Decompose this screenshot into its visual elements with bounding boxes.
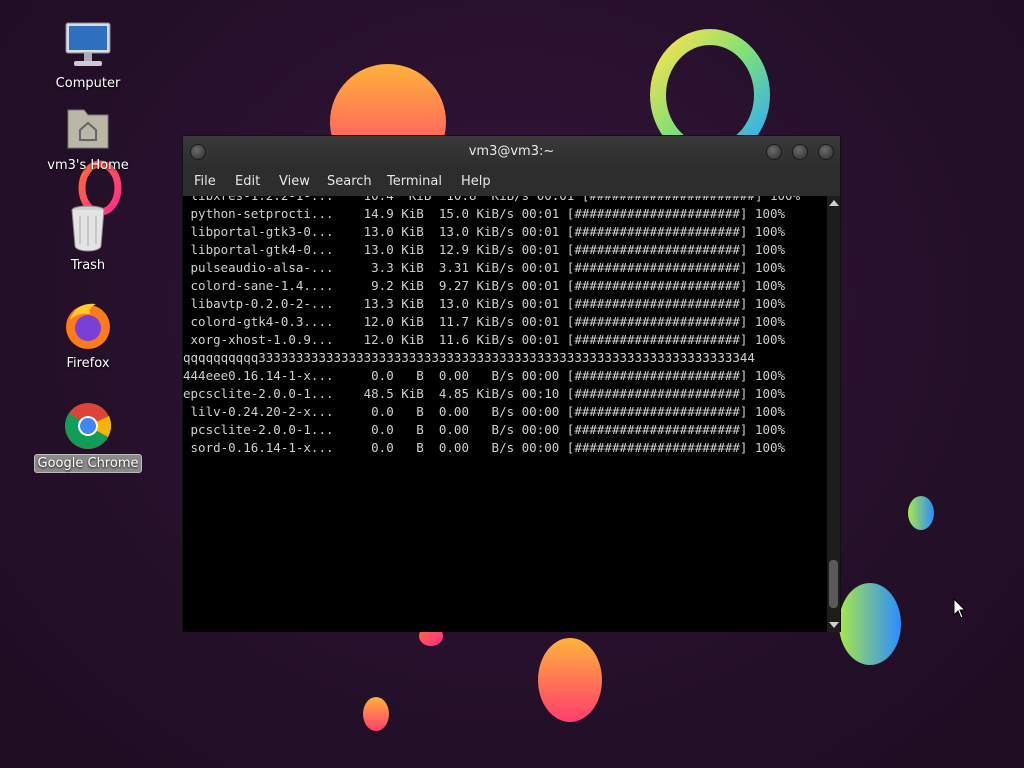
terminal-line: libavtp-0.2.0-2-... 13.3 KiB 13.0 KiB/s … [183,296,786,311]
scrollbar-thumb[interactable] [829,560,838,608]
desktop-icon-label: vm3's Home [47,158,129,173]
terminal-line: libxres-1.2.2-1-... 10.4 KiB 10.8 KiB/s … [183,196,801,205]
title-bar[interactable]: vm3@vm3:~ [183,136,840,168]
wallpaper-green-blob [839,583,901,665]
firefox-icon [60,300,116,352]
terminal-line: colord-gtk4-0.3.... 12.0 KiB 11.7 KiB/s … [183,314,786,329]
terminal-line: qqqqqqqqqq333333333333333333333333333333… [183,350,755,365]
wallpaper-tiny-blob [908,496,934,530]
vertical-scrollbar[interactable] [827,196,840,632]
desktop-icon-chrome[interactable]: Google Chrome [33,400,143,473]
scroll-down-icon[interactable] [829,622,839,628]
terminal-line: pulseaudio-alsa-... 3.3 KiB 3.31 KiB/s 0… [183,260,786,275]
terminal-line: sord-0.16.14-1-x... 0.0 B 0.00 B/s 00:00… [183,440,786,455]
desktop-icon-label: Google Chrome [33,454,143,473]
desktop-icon-home[interactable]: vm3's Home [33,102,143,174]
menu-bar: File Edit View Search Terminal Help [183,168,840,196]
mouse-pointer-icon [953,598,967,619]
computer-icon [60,20,116,72]
terminal-line: epcsclite-2.0.0-1... 48.5 KiB 4.85 KiB/s… [183,386,786,401]
scroll-up-icon[interactable] [829,200,839,206]
minimize-button[interactable] [766,144,782,160]
menu-edit[interactable]: Edit [235,174,260,189]
menu-terminal[interactable]: Terminal [387,174,442,189]
chrome-icon [60,400,116,452]
terminal-output[interactable]: libxres-1.2.2-1-... 10.4 KiB 10.8 KiB/s … [183,196,827,632]
terminal-line: python-setprocti... 14.9 KiB 15.0 KiB/s … [183,206,786,221]
desktop-icon-label: Firefox [66,356,110,371]
wallpaper-small-blob [363,697,389,731]
menu-view[interactable]: View [279,174,310,189]
menu-search[interactable]: Search [327,174,372,189]
terminal-line: xorg-xhost-1.0.9... 12.0 KiB 11.6 KiB/s … [183,332,786,347]
desktop-icon-label: Computer [55,76,121,91]
desktop: Computer vm3's Home Trash Firefox Google… [0,0,1024,768]
menu-file[interactable]: File [194,174,216,189]
wallpaper-pink-blob [538,638,602,722]
close-button[interactable] [818,144,834,160]
home-folder-icon [60,102,116,154]
maximize-button[interactable] [792,144,808,160]
window-title: vm3@vm3:~ [468,144,555,159]
terminal-line: pcsclite-2.0.0-1... 0.0 B 0.00 B/s 00:00… [183,422,786,437]
desktop-icon-computer[interactable]: Computer [33,20,143,92]
terminal-line: libportal-gtk3-0... 13.0 KiB 13.0 KiB/s … [183,224,786,239]
trash-icon [60,202,116,254]
terminal-line: lilv-0.24.20-2-x... 0.0 B 0.00 B/s 00:00… [183,404,786,419]
terminal-line: colord-sane-1.4.... 9.2 KiB 9.27 KiB/s 0… [183,278,786,293]
terminal-line: libportal-gtk4-0... 13.0 KiB 12.9 KiB/s … [183,242,786,257]
desktop-icon-label: Trash [70,258,106,273]
desktop-icon-trash[interactable]: Trash [33,202,143,274]
terminal-window[interactable]: vm3@vm3:~ File Edit View Search Terminal… [182,135,841,632]
desktop-icon-firefox[interactable]: Firefox [33,300,143,372]
menu-help[interactable]: Help [461,174,491,189]
terminal-line: 444eee0.16.14-1-x... 0.0 B 0.00 B/s 00:0… [183,368,786,383]
